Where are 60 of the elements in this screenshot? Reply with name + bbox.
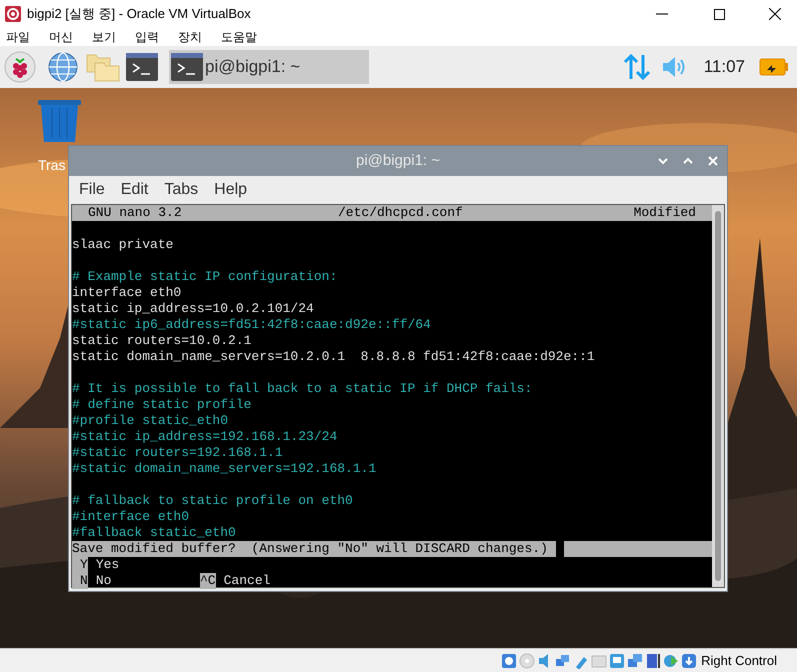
menu-item[interactable]: Edit — [120, 178, 148, 202]
code-line: static routers=10.0.2.1 — [72, 333, 252, 348]
code-line: # fallback to static profile on eth0 — [72, 493, 353, 508]
clock: 11:07 — [704, 56, 745, 78]
shortcut-label: No — [96, 573, 112, 589]
code-line: #static ip_address=192.168.1.23/24 — [72, 429, 338, 444]
menu-item[interactable]: Help — [214, 178, 248, 202]
code-line: static ip_address=10.0.2.101/24 — [72, 301, 314, 316]
shortcut-key: N — [72, 573, 88, 589]
menu-item[interactable]: 입력 — [135, 28, 159, 46]
app-logo-icon — [5, 6, 21, 22]
folder-icon[interactable] — [591, 652, 608, 668]
battery-icon — [759, 58, 789, 76]
code-line: #fallback static_eth0 — [72, 525, 236, 540]
shortcut-label: Yes — [96, 557, 120, 573]
globe-icon[interactable] — [48, 52, 78, 82]
maximize-icon[interactable] — [714, 8, 725, 20]
menu-item[interactable]: 보기 — [92, 28, 116, 46]
code-line: #interface eth0 — [72, 509, 190, 524]
code-line: #profile static_eth0 — [72, 413, 228, 428]
chip-icon[interactable] — [645, 652, 662, 668]
shortcut-key: ^C — [200, 573, 216, 589]
display-icon[interactable] — [609, 652, 626, 668]
window-title: bigpi2 [실행 중] - Oracle VM VirtualBox — [27, 5, 252, 24]
code-line: #static domain_name_servers=192.168.1.1 — [72, 461, 376, 476]
raspberry-icon[interactable] — [4, 51, 36, 83]
header-app: GNU nano 3.2 — [88, 205, 183, 221]
menu-item[interactable]: 도움말 — [221, 28, 257, 46]
close-icon[interactable] — [769, 8, 781, 20]
trash-label: Tras — [38, 156, 66, 175]
windows-icon[interactable] — [627, 652, 644, 668]
code-line: static domain_name_servers=10.2.0.1 8.8.8.8 fd51:42f8:caae:d92e::1 — [72, 349, 595, 364]
code-line: interface eth0 — [72, 285, 182, 300]
menu-item[interactable]: 장치 — [178, 28, 202, 46]
terminal-title: pi@bigpi1: ~ — [356, 150, 440, 171]
code-line: slaac private — [72, 237, 174, 252]
code-line: # It is possible to fall back to a static IP if DHCP fails: — [72, 381, 532, 396]
prompt-text: Save modified buffer? (Answering "No" will DISCARD changes.) — [72, 541, 556, 557]
shortcut-key: Y — [72, 557, 88, 573]
terminal-icon — [171, 53, 203, 81]
taskbar-button[interactable]: pi@bigpi1: ~ — [169, 50, 369, 84]
network-icon[interactable] — [555, 652, 572, 668]
shortcut-label: Cancel — [224, 573, 270, 589]
terminal-icon[interactable] — [126, 53, 158, 81]
header-state: Modified — [634, 205, 696, 221]
host-key-label: Right Control — [701, 652, 777, 670]
download-icon[interactable] — [681, 652, 698, 668]
code-line: # define static profile — [72, 397, 252, 412]
code-line: # Example static IP configuration: — [72, 269, 338, 284]
taskbar-label: pi@bigpi1: ~ — [205, 56, 300, 78]
disc-icon[interactable] — [519, 652, 536, 668]
menu-item[interactable]: 머신 — [49, 28, 73, 46]
trash-icon[interactable] — [38, 100, 81, 142]
menu-item[interactable]: File — [79, 178, 105, 202]
code-line: #static ip6_address=fd51:42f8:caae:d92e::ff/64 — [72, 317, 431, 332]
menu-item[interactable]: Tabs — [164, 178, 198, 202]
menu-item[interactable]: 파일 — [6, 28, 30, 46]
network-arrows-icon[interactable] — [624, 53, 650, 81]
header-file: /etc/dhcpcd.conf — [338, 205, 464, 221]
code-line: #static routers=192.168.1.1 — [72, 445, 283, 460]
